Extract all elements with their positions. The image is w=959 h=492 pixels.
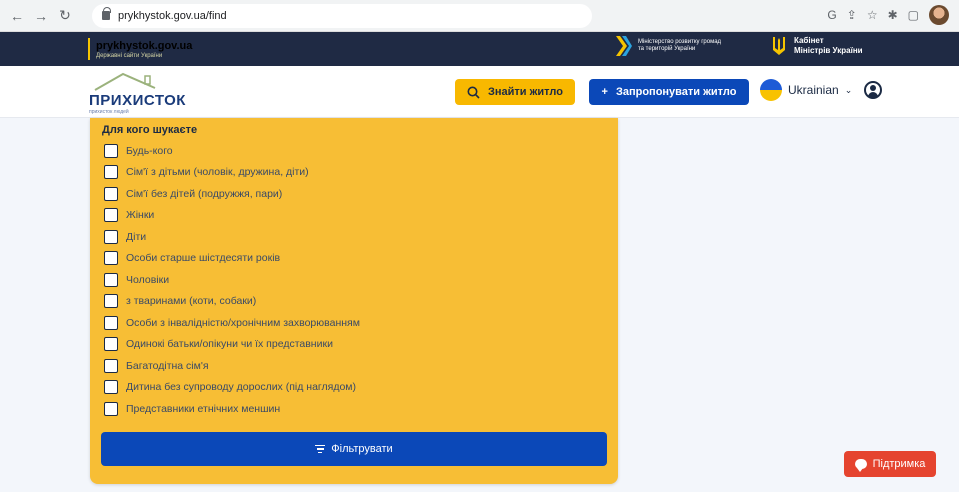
filter-option[interactable]: Діти <box>104 226 360 248</box>
filter-option[interactable]: Дитина без супроводу дорослих (під нагля… <box>104 377 360 399</box>
gov-site-subtitle: Державні сайти України <box>96 52 163 59</box>
star-icon[interactable]: ☆ <box>867 8 878 22</box>
filter-button[interactable]: Фільтрувати <box>101 432 607 466</box>
offer-housing-label: Запропонувати житло <box>615 86 737 98</box>
filter-option[interactable]: з тваринами (коти, собаки) <box>104 291 360 313</box>
gov-site-title[interactable]: prykhystok.gov.ua <box>96 40 192 52</box>
filter-option-label: Сім'ї з дітьми (чоловік, дружина, діти) <box>126 166 309 179</box>
checkbox[interactable] <box>104 186 118 201</box>
chat-icon <box>854 459 867 472</box>
checkbox[interactable] <box>104 337 118 352</box>
filter-option-label: Жінки <box>126 209 155 222</box>
filter-option[interactable]: Особи з інвалідністю/хронічним захворюва… <box>104 312 360 334</box>
filter-option-label: з тваринами (коти, собаки) <box>126 295 257 308</box>
checkbox[interactable] <box>104 165 118 180</box>
offer-housing-button[interactable]: + Запропонувати житло <box>589 79 749 105</box>
filter-option-label: Дитина без супроводу дорослих (під нагля… <box>126 381 357 394</box>
filter-panel: Для кого шукаєте Будь-кого Сім'ї з дітьми… <box>90 118 618 484</box>
checkbox[interactable] <box>104 229 118 244</box>
filter-option-label: Представники етнічних меншин <box>126 402 281 415</box>
filter-title: Для кого шукаєте <box>102 124 198 136</box>
ministry-name: Міністерство розвитку громад та територі… <box>638 39 722 52</box>
filter-options: Будь-кого Сім'ї з дітьми (чоловік, дружин… <box>104 140 360 420</box>
filter-option[interactable]: Багатодітна сім'я <box>104 355 360 377</box>
filter-option-label: Будь-кого <box>126 144 173 157</box>
back-icon[interactable]: ← <box>6 5 28 27</box>
cabinet-line1: Кабінет <box>794 36 824 45</box>
google-icon[interactable]: G <box>827 8 836 22</box>
support-button[interactable]: Підтримка <box>844 451 936 477</box>
filter-option-label: Одинокі батьки/опікуни чи їх представник… <box>126 338 333 351</box>
checkbox[interactable] <box>104 208 118 223</box>
sidepanel-icon[interactable]: ▢ <box>908 8 919 22</box>
filter-icon <box>315 444 326 454</box>
share-icon[interactable]: ⇪ <box>847 8 857 22</box>
cabinet-line2: Міністрів України <box>794 46 863 55</box>
filter-option[interactable]: Одинокі батьки/опікуни чи їх представник… <box>104 334 360 356</box>
ministry-logo-icon <box>616 36 632 56</box>
filter-option[interactable]: Сім'ї з дітьми (чоловік, дружина, діти) <box>104 162 360 184</box>
forward-icon[interactable]: → <box>30 5 52 27</box>
trident-icon <box>773 37 785 55</box>
checkbox[interactable] <box>104 294 118 309</box>
filter-option[interactable]: Представники етнічних меншин <box>104 398 360 420</box>
find-housing-label: Знайти житло <box>488 86 563 98</box>
search-icon <box>467 86 480 99</box>
house-roof-icon <box>94 72 156 91</box>
ukraine-flag-icon <box>760 79 782 101</box>
filter-option-label: Особи з інвалідністю/хронічним захворюва… <box>126 316 360 329</box>
checkbox[interactable] <box>104 272 118 287</box>
address-bar[interactable]: prykhystok.gov.ua/find <box>92 3 592 28</box>
checkbox[interactable] <box>104 251 118 266</box>
filter-button-label: Фільтрувати <box>331 443 393 455</box>
gov-header: prykhystok.gov.ua Державні сайти України… <box>0 32 959 66</box>
plus-icon: + <box>601 86 608 98</box>
checkbox[interactable] <box>104 143 118 158</box>
support-label: Підтримка <box>872 458 926 470</box>
logo-subtitle: прихисток людей <box>89 109 129 115</box>
checkbox[interactable] <box>104 358 118 373</box>
browser-toolbar: ← → ↻ prykhystok.gov.ua/find G ⇪ ☆ ✱ ▢ <box>0 0 959 32</box>
user-account-icon[interactable] <box>864 81 882 99</box>
filter-option[interactable]: Чоловіки <box>104 269 360 291</box>
filter-option[interactable]: Особи старше шістдесяти років <box>104 248 360 270</box>
checkbox[interactable] <box>104 380 118 395</box>
site-header: ПРИХИСТОК прихисток людей Знайти житло +… <box>0 66 959 118</box>
profile-avatar[interactable] <box>929 5 949 25</box>
cabinet-link[interactable]: Кабінет Міністрів України <box>772 36 863 56</box>
checkbox[interactable] <box>104 315 118 330</box>
filter-option[interactable]: Сім'ї без дітей (подружжя, пари) <box>104 183 360 205</box>
site-logo[interactable]: ПРИХИСТОК прихисток людей <box>89 70 189 116</box>
filter-option-label: Багатодітна сім'я <box>126 359 209 372</box>
extensions-icon[interactable]: ✱ <box>888 8 898 22</box>
url-text: prykhystok.gov.ua/find <box>118 9 227 22</box>
filter-option-label: Діти <box>126 230 147 243</box>
filter-option-label: Чоловіки <box>126 273 170 286</box>
reload-icon[interactable]: ↻ <box>54 5 76 27</box>
chevron-down-icon: ⌄ <box>844 84 853 95</box>
ministry-link[interactable]: Міністерство розвитку громад та територі… <box>616 35 728 57</box>
language-label: Ukrainian <box>788 83 839 97</box>
lock-icon <box>102 7 111 20</box>
checkbox[interactable] <box>104 401 118 416</box>
language-selector[interactable]: Ukrainian ⌄ <box>760 79 852 101</box>
filter-option[interactable]: Будь-кого <box>104 140 360 162</box>
filter-option[interactable]: Жінки <box>104 205 360 227</box>
find-housing-button[interactable]: Знайти житло <box>455 79 575 105</box>
logo-text: ПРИХИСТОК <box>89 92 186 109</box>
gov-accent-bar <box>88 38 90 60</box>
filter-option-label: Сім'ї без дітей (подружжя, пари) <box>126 187 283 200</box>
filter-option-label: Особи старше шістдесяти років <box>126 252 281 265</box>
